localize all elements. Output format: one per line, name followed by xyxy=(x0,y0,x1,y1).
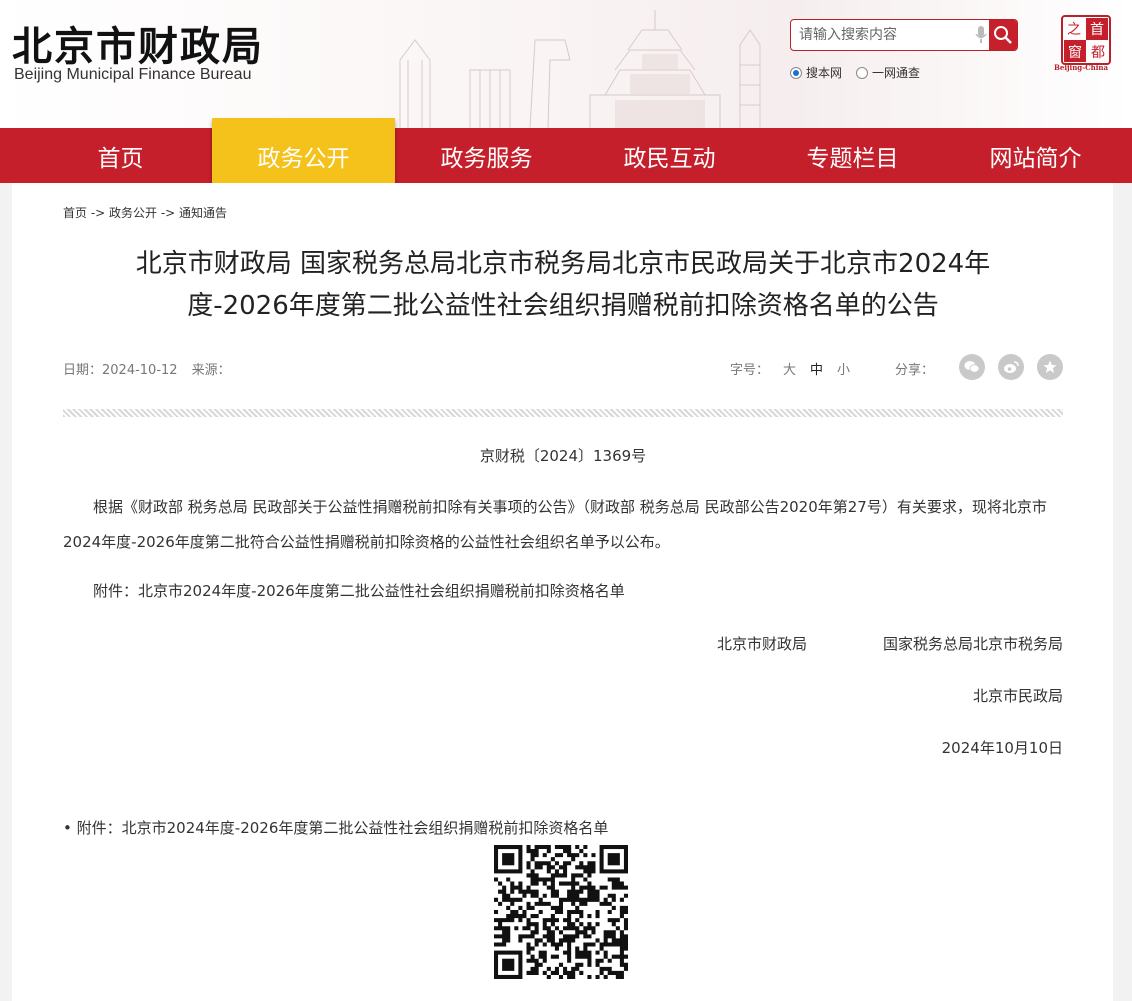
nav-government-services[interactable]: 政务服务 xyxy=(395,128,578,183)
svg-text:窗: 窗 xyxy=(1068,44,1082,61)
sign-date: 2024年10月10日 xyxy=(941,739,1063,757)
search-input[interactable] xyxy=(791,20,973,50)
signer-civil-affairs: 北京市民政局 xyxy=(972,687,1063,705)
search-icon xyxy=(994,26,1012,44)
font-size-medium[interactable]: 中 xyxy=(810,363,823,378)
font-size-small[interactable]: 小 xyxy=(837,363,850,378)
skyline-illustration xyxy=(399,10,761,128)
attachment-link[interactable]: • 附件：北京市2024年度-2026年度第二批公益性社会组织捐赠税前扣除资格名… xyxy=(63,817,608,838)
seal-caption: Beijing-China xyxy=(1054,63,1109,72)
font-size-selector: 字号： 大中小 xyxy=(730,359,850,378)
share-label: 分享： xyxy=(895,363,935,378)
article-body: 根据《财政部 税务总局 民政部关于公益性捐赠税前扣除有关事项的公告》（财政部 税… xyxy=(63,498,1047,551)
svg-text:之: 之 xyxy=(1067,22,1081,38)
radio-all-search[interactable]: 一网通查 xyxy=(856,64,920,81)
signer-tax-bureau: 国家税务总局北京市税务局 xyxy=(882,635,1063,653)
weibo-icon[interactable] xyxy=(998,354,1024,380)
article-source: 来源： xyxy=(191,363,231,378)
search-box xyxy=(790,19,1018,51)
breadcrumb[interactable]: 首页 -> 政务公开 -> 通知通告 xyxy=(63,204,227,221)
search-scope: 搜本网 一网通查 xyxy=(790,64,920,81)
article-date: 日期：2024-10-12 xyxy=(63,363,178,378)
radio-dot-selected[interactable] xyxy=(790,66,802,79)
article-title-line1: 北京市财政局 国家税务总局北京市税务局北京市民政局关于北京市2024年 xyxy=(135,249,991,279)
radio-dot[interactable] xyxy=(856,66,869,79)
mic-icon[interactable] xyxy=(973,20,989,50)
document-number: 京财税〔2024〕1369号 xyxy=(479,447,647,465)
article-title: 北京市财政局 国家税务总局北京市税务局北京市民政局关于北京市2024年 度-20… xyxy=(63,243,1063,327)
site-logo-title[interactable]: 北京市财政局 xyxy=(12,14,264,72)
qr-code xyxy=(494,845,628,979)
article-meta: 日期：2024-10-12 来源： xyxy=(63,359,245,378)
nav-site-intro[interactable]: 网站简介 xyxy=(944,128,1127,183)
nav-special-topics[interactable]: 专题栏目 xyxy=(761,128,944,183)
main-nav: 首页 政务公开 政务服务 政民互动 专题栏目 网站简介 xyxy=(0,118,1132,183)
radio-site-search[interactable]: 搜本网 xyxy=(790,64,842,81)
site-logo-subtitle: Beijing Municipal Finance Bureau xyxy=(14,66,252,83)
attachment-note: 附件：北京市2024年度-2026年度第二批公益性社会组织捐赠税前扣除资格名单 xyxy=(93,582,625,600)
svg-text:都: 都 xyxy=(1091,45,1105,61)
nav-public-interaction[interactable]: 政民互动 xyxy=(578,128,761,183)
site-header: 北京市财政局 Beijing Municipal Finance Bureau xyxy=(0,0,1132,128)
dotted-divider xyxy=(63,409,1063,417)
nav-government-affairs-open[interactable]: 政务公开 xyxy=(212,118,395,183)
article-title-line2: 度-2026年度第二批公益性社会组织捐赠税前扣除资格名单的公告 xyxy=(187,291,939,321)
article-container: 首页 -> 政务公开 -> 通知通告 北京市财政局 国家税务总局北京市税务局北京… xyxy=(12,183,1113,1001)
share-buttons xyxy=(959,354,1063,380)
wechat-icon[interactable] xyxy=(959,354,985,380)
search-button[interactable] xyxy=(989,20,1017,50)
radio-all-label: 一网通查 xyxy=(872,66,921,80)
radio-site-label: 搜本网 xyxy=(806,66,843,80)
svg-text:首: 首 xyxy=(1090,22,1104,38)
signer-finance-bureau: 北京市财政局 xyxy=(717,635,808,653)
favorite-icon[interactable] xyxy=(1037,354,1063,380)
font-size-large[interactable]: 大 xyxy=(783,363,796,378)
font-size-label: 字号： xyxy=(730,363,770,378)
nav-home[interactable]: 首页 xyxy=(29,128,212,183)
